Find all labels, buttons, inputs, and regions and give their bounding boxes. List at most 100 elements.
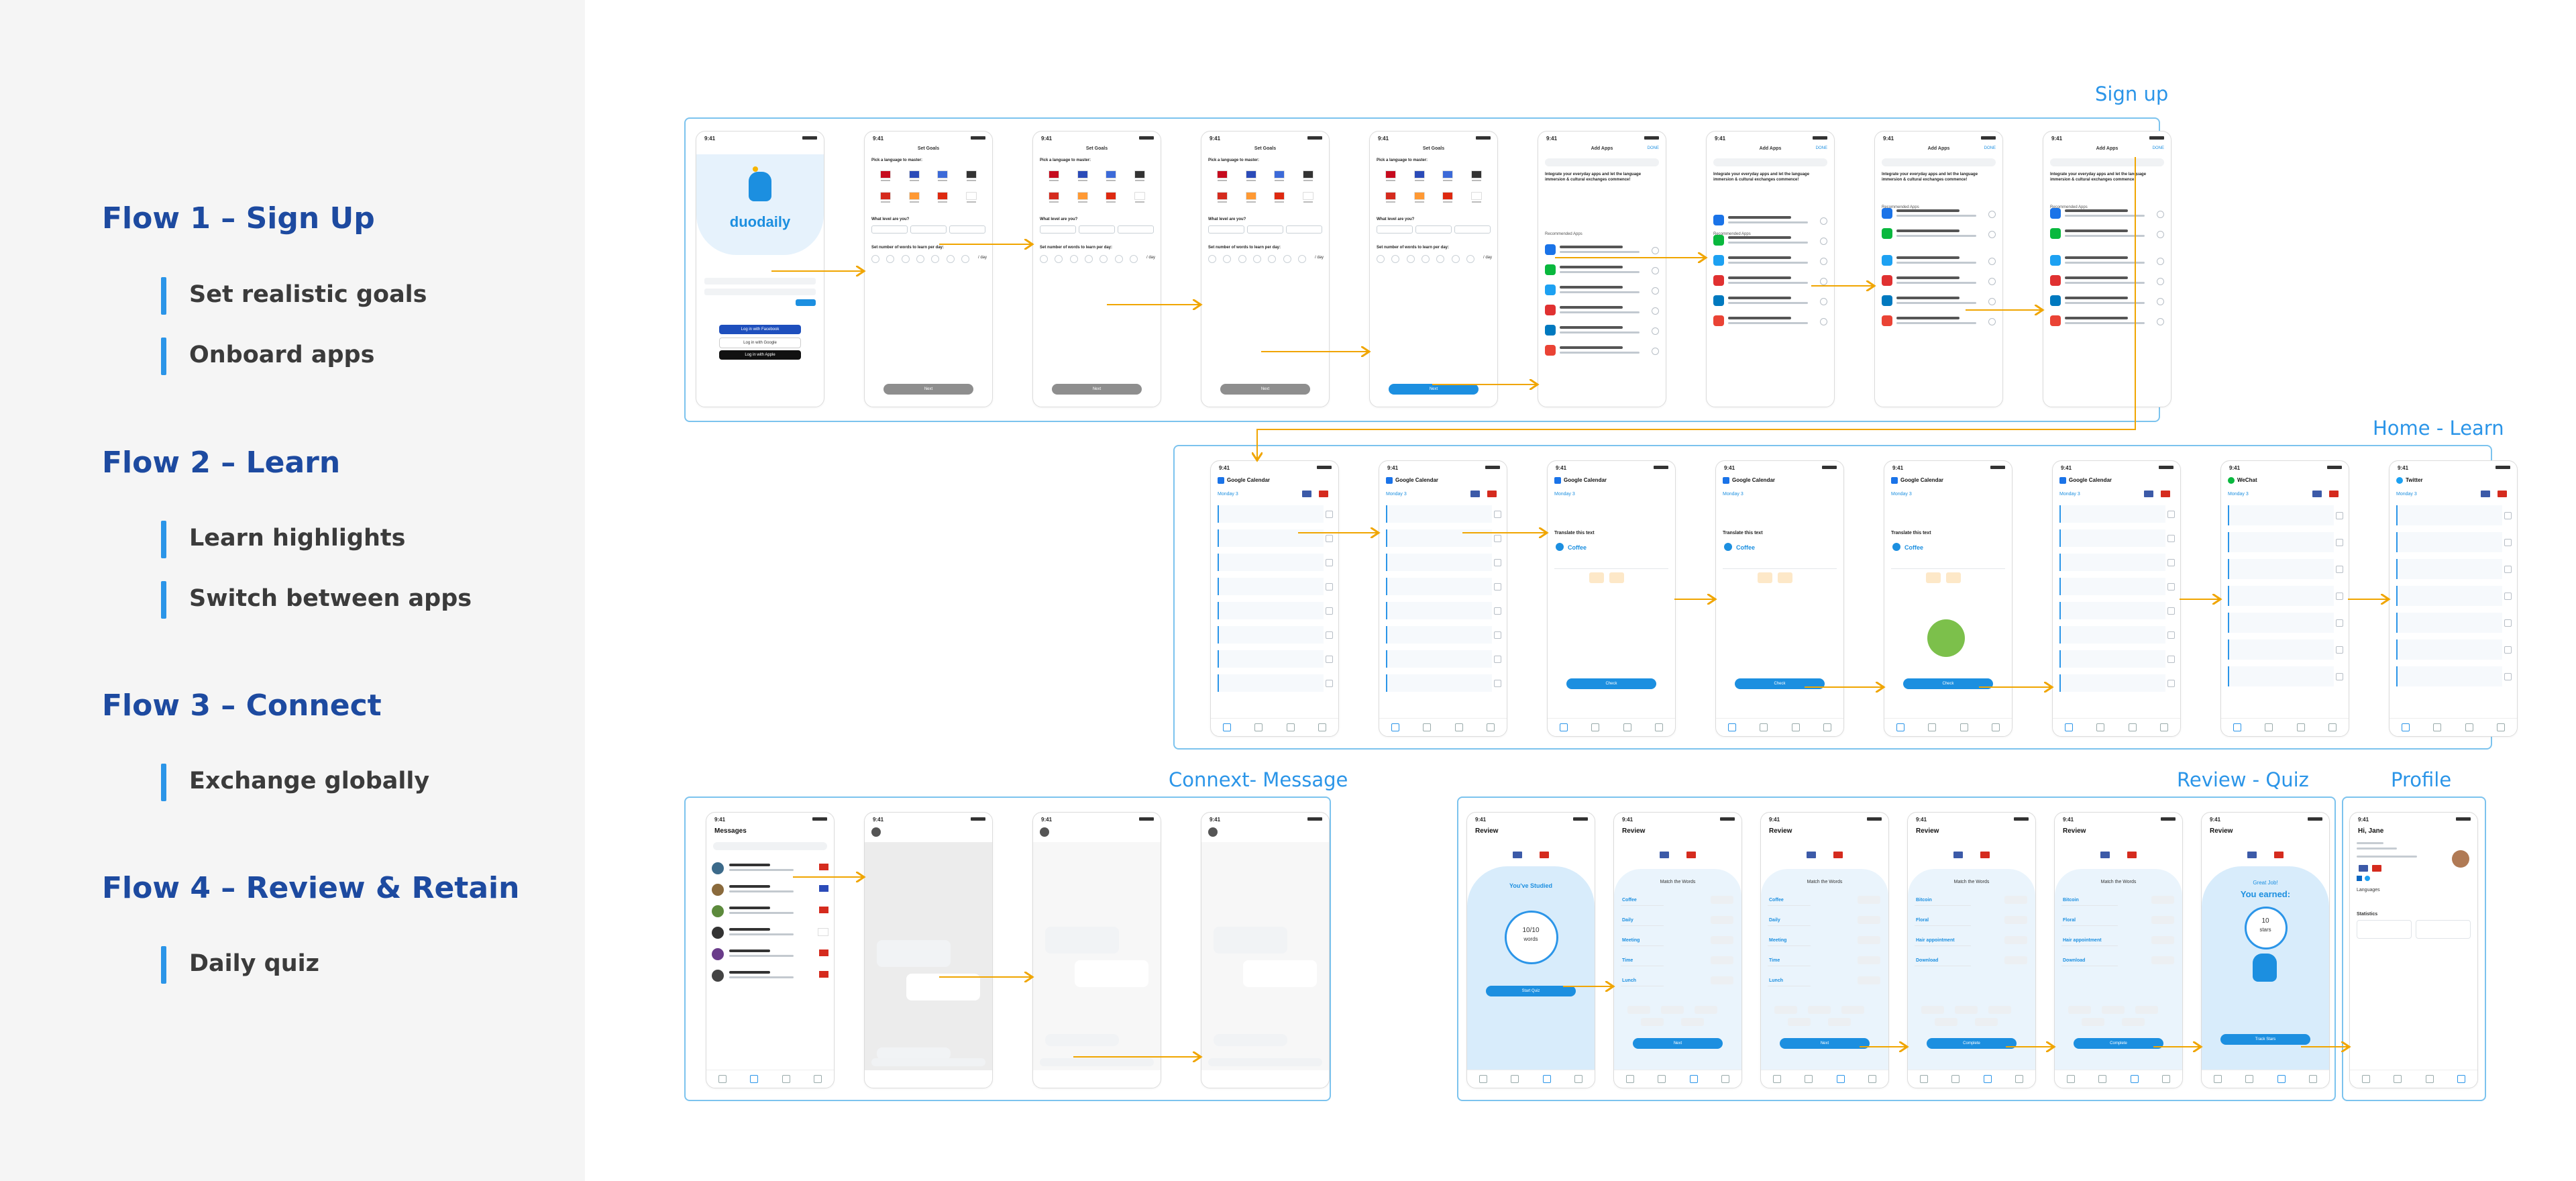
word-tile[interactable] (2122, 1018, 2145, 1026)
word-tile[interactable] (2068, 1006, 2091, 1014)
event-checkbox[interactable] (1326, 656, 1333, 663)
word-tile[interactable] (1661, 1006, 1684, 1014)
feed-checkbox[interactable] (2336, 512, 2343, 519)
add-toggle[interactable] (1652, 327, 1659, 335)
tab-icon[interactable] (1423, 723, 1432, 731)
calendar-event[interactable] (1386, 529, 1492, 547)
tab-icon[interactable] (1286, 723, 1295, 731)
match-target[interactable] (2151, 896, 2174, 904)
calendar-event[interactable] (1386, 505, 1492, 523)
feed-checkbox[interactable] (2504, 673, 2512, 680)
word-count-option[interactable] (1436, 255, 1445, 263)
flag-option[interactable] (1217, 170, 1228, 181)
done-button[interactable]: DONE (1816, 146, 1827, 150)
add-toggle[interactable] (1652, 348, 1659, 355)
answer-tile[interactable] (1926, 572, 1941, 583)
word-tile[interactable] (1788, 1018, 1811, 1026)
tab-icon[interactable] (1960, 723, 1968, 731)
event-checkbox[interactable] (1326, 583, 1333, 590)
tab-icon[interactable] (2497, 723, 2506, 731)
match-word[interactable]: Hair appointment (1915, 936, 1971, 946)
word-count-option[interactable] (1238, 255, 1246, 263)
tab-icon[interactable] (1983, 1075, 1992, 1083)
match-word[interactable]: Coffee (1768, 896, 1811, 906)
feed-item[interactable] (2228, 613, 2334, 633)
app-row[interactable] (1882, 313, 1996, 330)
match-target[interactable] (2151, 916, 2174, 924)
level-chip[interactable] (1454, 225, 1491, 234)
flag-option[interactable] (1442, 170, 1454, 181)
add-toggle[interactable] (2157, 258, 2164, 265)
google-login-button[interactable]: Log in with Google (719, 338, 801, 348)
add-toggle[interactable] (1988, 231, 1996, 238)
event-checkbox[interactable] (1326, 559, 1333, 566)
word-tile[interactable] (2102, 1006, 2125, 1014)
feed-checkbox[interactable] (2336, 566, 2343, 573)
tab-icon[interactable] (1721, 1075, 1730, 1083)
level-chip[interactable] (1040, 225, 1076, 234)
match-target[interactable] (2004, 936, 2027, 944)
add-toggle[interactable] (1652, 267, 1659, 274)
app-row[interactable] (1882, 293, 1996, 310)
speaker-icon[interactable] (1892, 543, 1900, 551)
word-count-option[interactable] (1069, 255, 1078, 263)
next-button[interactable]: Next (1389, 384, 1479, 395)
flag-option[interactable] (1385, 192, 1397, 203)
tab-icon[interactable] (1318, 723, 1327, 731)
match-word[interactable]: Lunch (1621, 976, 1664, 986)
word-tile[interactable] (1828, 1018, 1851, 1026)
flag-option[interactable] (1413, 170, 1425, 181)
match-word[interactable]: Time (1768, 956, 1811, 966)
level-chip[interactable] (1286, 225, 1322, 234)
date-label[interactable]: Monday 3 (1891, 492, 1912, 497)
tab-icon[interactable] (1992, 723, 2000, 731)
match-target[interactable] (1858, 896, 1880, 904)
add-toggle[interactable] (1988, 278, 1996, 285)
date-label[interactable]: Monday 3 (1386, 492, 1407, 497)
feed-item[interactable] (2396, 639, 2502, 660)
match-target[interactable] (2004, 916, 2027, 924)
word-count-option[interactable] (901, 255, 910, 263)
app-row[interactable] (2050, 225, 2164, 243)
message-input[interactable] (1040, 1058, 1154, 1066)
match-word[interactable]: Floral (2061, 916, 2118, 926)
tab-icon[interactable] (2015, 1075, 2024, 1083)
flag-option[interactable] (937, 192, 949, 203)
list-item[interactable] (712, 881, 828, 900)
word-count-option[interactable] (886, 255, 895, 263)
tab-icon[interactable] (2128, 723, 2137, 731)
word-count-option[interactable] (1223, 255, 1232, 263)
message-input[interactable] (871, 1058, 985, 1066)
word-count-option[interactable] (1421, 255, 1430, 263)
tab-icon[interactable] (1254, 723, 1263, 731)
answer-tile[interactable] (1609, 572, 1624, 583)
match-target[interactable] (2151, 936, 2174, 944)
app-row[interactable] (1545, 242, 1659, 259)
date-label[interactable]: Monday 3 (1554, 492, 1575, 497)
level-chip[interactable] (1377, 225, 1413, 234)
word-tile[interactable] (1975, 1018, 1998, 1026)
date-label[interactable]: Monday 3 (2059, 492, 2080, 497)
flag-option[interactable] (1077, 170, 1088, 181)
event-checkbox[interactable] (1326, 631, 1333, 639)
flag-option[interactable] (1245, 192, 1256, 203)
password-field[interactable] (704, 289, 816, 295)
calendar-event[interactable] (2059, 674, 2165, 692)
email-field[interactable] (704, 278, 816, 285)
answer-tile[interactable] (1589, 572, 1604, 583)
tab-icon[interactable] (1391, 723, 1399, 731)
check-button[interactable]: Check (1903, 678, 1993, 689)
flag-option[interactable] (1385, 170, 1397, 181)
tab-icon[interactable] (2296, 723, 2305, 731)
calendar-event[interactable] (1218, 505, 1324, 523)
app-row[interactable] (1882, 272, 1996, 290)
tab-icon[interactable] (1760, 723, 1768, 731)
calendar-event[interactable] (1386, 650, 1492, 668)
tab-icon[interactable] (1655, 723, 1664, 731)
match-word[interactable]: Coffee (1621, 896, 1664, 906)
flag-option[interactable] (1413, 192, 1425, 203)
word-count-option[interactable] (1283, 255, 1291, 263)
word-tile[interactable] (1627, 1006, 1650, 1014)
match-word[interactable]: Meeting (1621, 936, 1664, 946)
check-button[interactable]: Check (1735, 678, 1825, 689)
